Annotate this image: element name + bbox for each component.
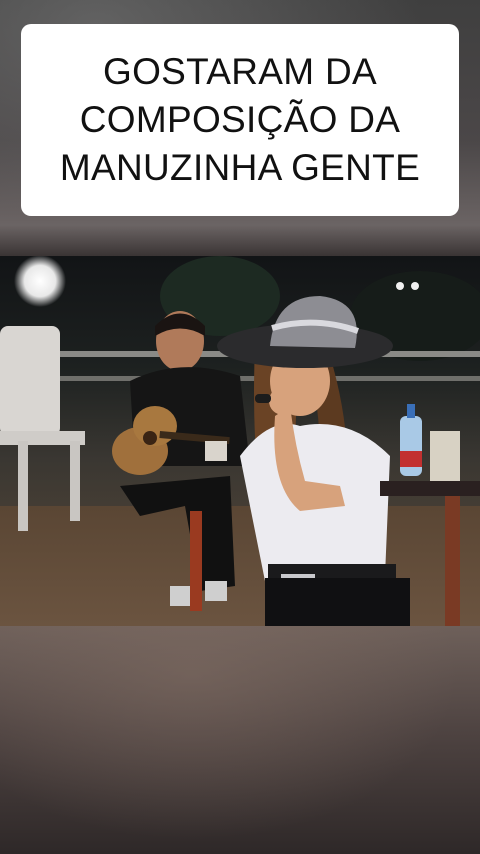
caption-line-1: GOSTARAM DA xyxy=(103,51,377,92)
performance-scene xyxy=(0,256,480,626)
caption-box: GOSTARAM DA COMPOSIÇÃO DA MANUZINHA GENT… xyxy=(21,24,459,216)
distant-light xyxy=(411,282,419,290)
blurred-background-bottom xyxy=(0,626,480,854)
stool-leg xyxy=(190,511,202,611)
distant-light xyxy=(396,282,404,290)
video-frame[interactable] xyxy=(0,256,480,626)
video-screen[interactable]: GOSTARAM DA COMPOSIÇÃO DA MANUZINHA GENT… xyxy=(0,0,480,854)
caption-line-2: COMPOSIÇÃO DA xyxy=(79,99,401,140)
caption-line-3: MANUZINHA GENTE xyxy=(59,147,421,188)
lamp-light xyxy=(14,256,66,307)
